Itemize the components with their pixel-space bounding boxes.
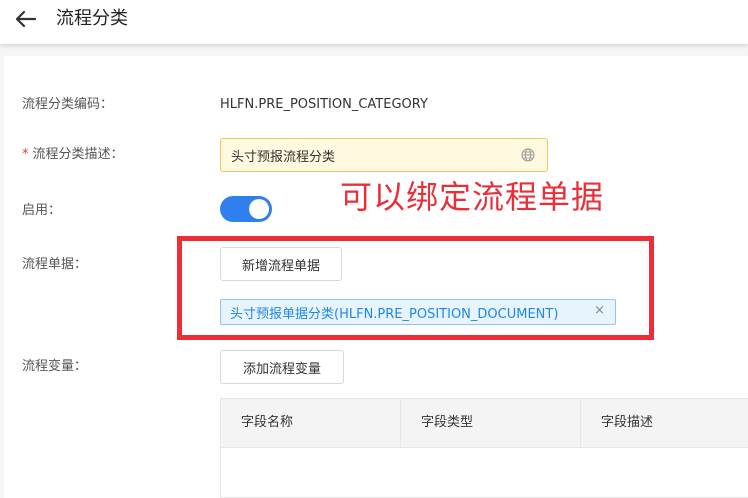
column-header-field-desc[interactable]: 字段描述 [581,399,748,447]
docs-label: 流程单据： [22,257,88,272]
globe-icon[interactable] [521,148,535,162]
annotation-text: 可以绑定流程单据 [340,178,605,216]
code-label: 流程分类编码： [22,97,114,112]
code-value: HLFN.PRE_POSITION_CATEGORY [220,97,428,112]
column-header-field-name[interactable]: 字段名称 [221,399,401,447]
annotation-highlight-box [177,236,654,340]
variables-table: 字段名称 字段类型 字段描述 [220,398,748,498]
toggle-knob [249,199,269,219]
app-header: 流程分类 [0,0,748,44]
vars-label: 流程变量： [22,359,88,374]
desc-input-wrapper [220,138,548,172]
enable-label: 启用： [22,203,62,218]
desc-label-row: * 流程分类描述： [22,146,124,164]
required-mark: * [22,147,29,162]
table-header: 字段名称 字段类型 字段描述 [221,399,748,448]
arrow-left-icon [15,10,37,28]
add-var-button[interactable]: 添加流程变量 [220,350,344,384]
enable-toggle[interactable] [220,196,272,222]
desc-label: 流程分类描述： [32,147,124,162]
desc-input[interactable] [231,146,511,164]
page-title: 流程分类 [56,8,128,29]
column-header-field-type[interactable]: 字段类型 [401,399,581,447]
back-button[interactable] [12,8,40,30]
